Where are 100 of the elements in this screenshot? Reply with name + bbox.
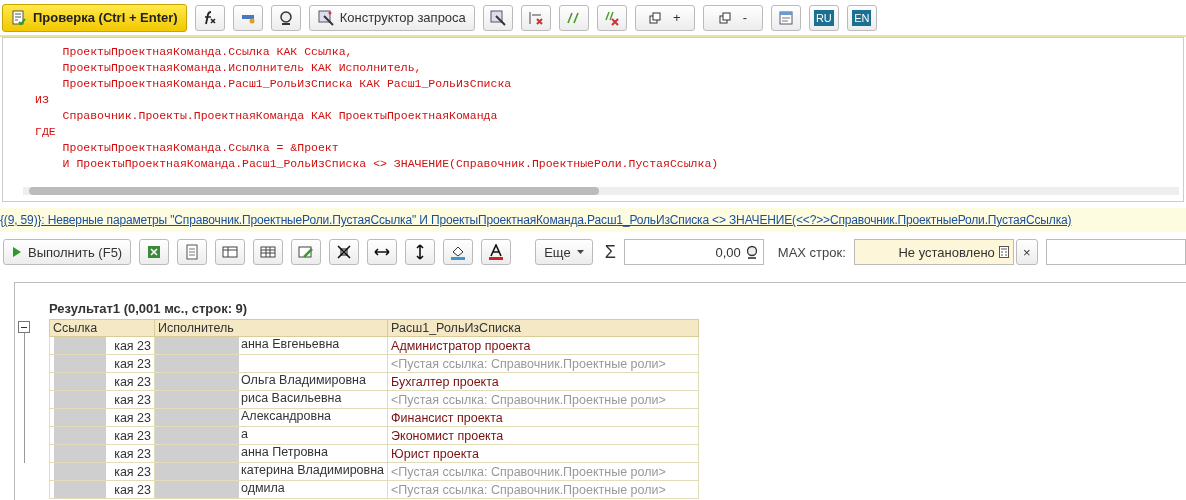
redacted-block [54,355,106,372]
code-line: ПроектыПроектнаяКоманда.Ссылка КАК Ссылка, [61,44,354,60]
table-cell: Экономист проекта [387,426,699,445]
table-icon [222,244,239,260]
expand-arrows-icon [336,244,353,260]
uncomment-button[interactable] [596,4,627,31]
table-pencil-icon [298,244,315,260]
redacted-block [54,427,106,444]
wand-button[interactable] [482,4,513,31]
width-button[interactable] [367,239,398,265]
table-cell: а [154,426,388,445]
excel-button[interactable] [139,239,170,265]
check-button[interactable]: Проверка (Ctrl + Enter) [2,3,187,32]
table-cell: одмила [154,480,388,499]
text-color-button[interactable] [481,239,512,265]
table-cell: Администратор проекта [387,336,699,355]
table-cell: анна Евгеньевна [154,336,388,355]
table-cell: кая 23 [49,372,155,391]
spellcheck-icon [527,9,544,26]
redacted-block [54,445,106,462]
language-button[interactable]: RU [808,4,839,31]
table-cell: кая 23 [49,426,155,445]
edit-table-button[interactable] [291,239,322,265]
result-title: Результат1 (0,001 мс., строк: 9) [49,301,249,318]
search-button[interactable] [270,4,301,31]
language-button[interactable]: EN [846,4,877,31]
table-cell: кая 23 [49,354,155,373]
wand-icon [317,9,334,26]
table-cell: кая 23 [49,444,155,463]
table-cell: <Пустая ссылка: Справочник.Проектные роли> [387,354,699,373]
column-header[interactable]: Расш1_РольИзСписка [387,319,699,337]
code-line: Справочник.Проекты.ПроектнаяКоманда КАК ПроектыПроектнаяКоманда [61,108,499,124]
paint-bucket-icon [450,244,467,260]
redacted-block [54,337,106,354]
code-line: ПроектыПроектнаяКоманда.Ссылка = &Проект [61,140,340,156]
windows-icon [649,11,662,24]
code-line: ПроектыПроектнаяКоманда.Исполнитель КАК Исполнитель, [61,60,423,76]
collapse-toggle[interactable] [18,321,30,333]
run-button[interactable]: Выполнить (F5) [3,239,132,265]
max-rows-label: MAX строк: [777,244,846,260]
table-cell: кая 23 [49,390,155,409]
table-cell: <Пустая ссылка: Справочник.Проектные роли> [387,462,699,481]
table-button[interactable] [215,239,246,265]
play-icon [12,247,22,257]
input-field[interactable] [1045,239,1186,265]
table-cell: Финансист проекта [387,408,699,427]
redacted-block [54,373,106,390]
column-header[interactable]: Исполнитель [154,319,388,337]
form-button[interactable] [770,4,801,31]
code-line: ГДЕ [35,124,57,140]
fit-button[interactable] [329,239,360,265]
grid-button[interactable] [253,239,284,265]
clear-button[interactable]: × [1015,239,1038,265]
table-cell: <Пустая ссылка: Справочник.Проектные роли> [387,480,699,499]
column-header[interactable]: Ссылка [49,319,155,337]
comment-button[interactable] [558,4,589,31]
expand-button[interactable]: + [634,4,695,31]
more-button[interactable]: Еще [535,239,593,265]
uncomment-icon [603,9,620,26]
query-designer-button[interactable]: Конструктор запроса [308,4,475,31]
function-button[interactable] [194,4,225,31]
code-line: ИЗ [35,92,50,108]
table-cell: кая 23 [49,408,155,427]
text-button[interactable] [177,239,208,265]
table-cell: Юрист проекта [387,444,699,463]
sum-symbol: Σ [604,241,616,263]
height-button[interactable] [405,239,436,265]
parameter-button[interactable] [232,4,263,31]
table-cell: риса Васильевна [154,390,388,409]
table-cell: кая 23 [49,462,155,481]
code-line: И ПроектыПроектнаяКоманда.Расш1_РольИзСписка <> ЗНАЧЕНИЕ(Справочник.ПроектныеРоли.ПустаяСсылка) [61,156,720,172]
document-icon [184,244,201,260]
table-cell: <Пустая ссылка: Справочник.Проектные роли> [387,390,699,409]
spreadsheet-icon [146,244,163,260]
horizontal-scrollbar[interactable] [23,187,1179,195]
windows-icon [718,11,731,24]
redacted-block [54,481,106,498]
redacted-block [54,463,106,480]
collapse-button[interactable]: - [702,4,763,31]
text-color-icon [488,244,505,260]
calculator-icon [998,246,1009,258]
code-line: ПроектыПроектнаяКоманда.Расш1_РольИзСписка КАК Расш1_РольИзСписка [61,76,513,92]
wand-icon [489,9,506,26]
caret-icon [576,250,584,254]
table-cell: катерина Владимировна [154,462,388,481]
form-icon [777,9,794,26]
table-cell: кая 23 [49,480,155,499]
fill-color-button[interactable] [443,239,474,265]
document-check-icon [11,9,27,26]
table-cell: кая 23 [49,336,155,355]
sum-field[interactable]: 0,00 [623,239,764,265]
redacted-block [54,409,106,426]
table-cell: Александровна [154,408,388,427]
table-icon [260,244,277,260]
table-cell: анна Петровна [154,444,388,463]
table-cell: Бухгалтер проекта [387,372,699,391]
spellcheck-button[interactable] [520,4,551,31]
max-rows-field[interactable]: Не установлено [853,239,1014,265]
code-editor[interactable] [2,37,1184,202]
table-cell: Ольга Владимировна [154,372,388,391]
